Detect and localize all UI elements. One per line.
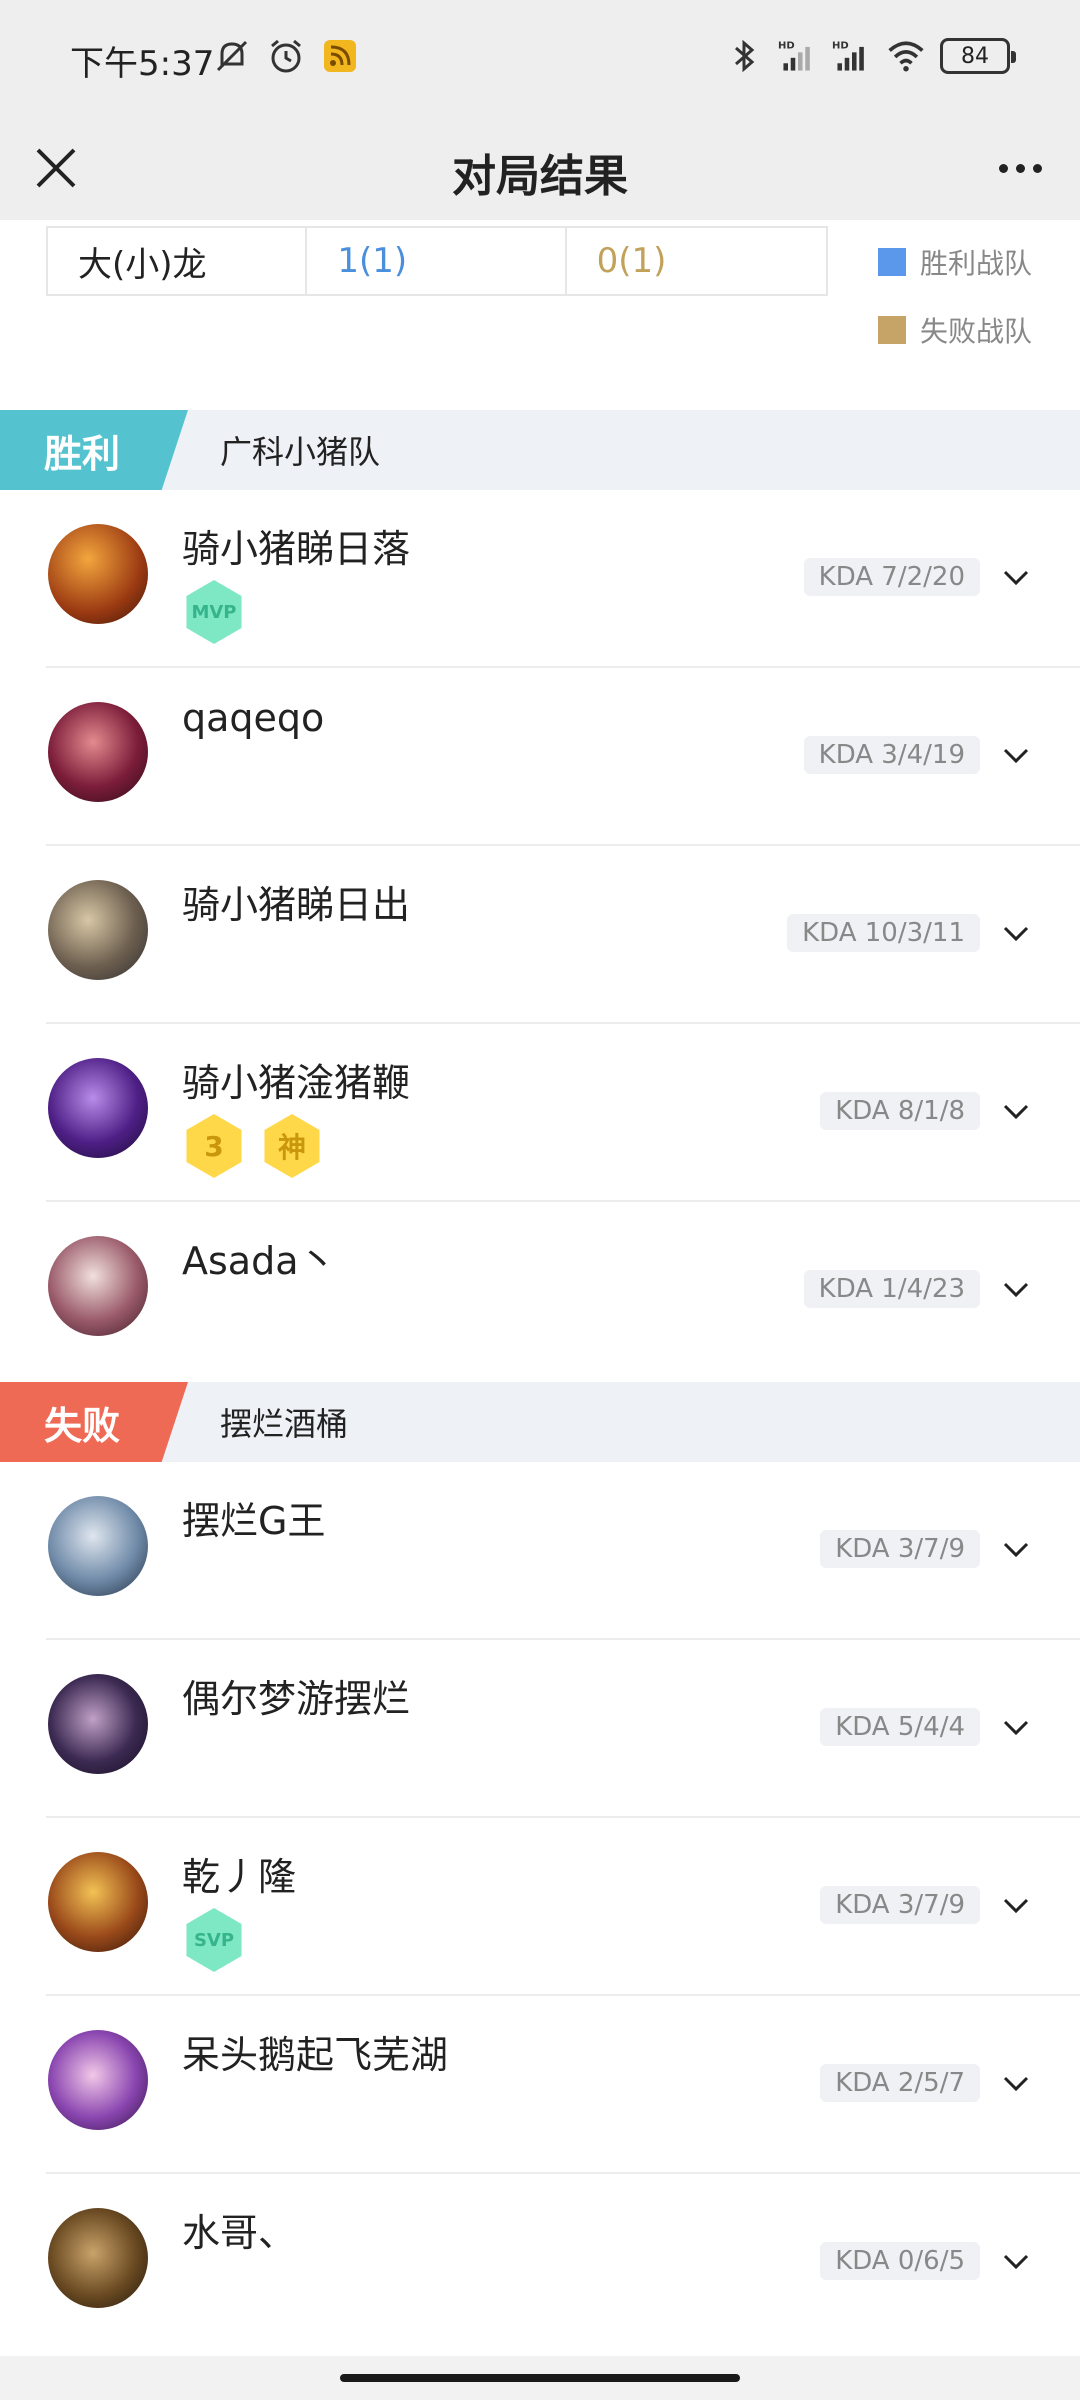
status-bar: 下午5:37 HD HD 84 (0, 0, 1080, 118)
champion-avatar (48, 1236, 148, 1336)
player-row[interactable]: 骑小猪淦猪鞭 3 神 KDA 8/1/8 (0, 1024, 1080, 1202)
chevron-down-icon[interactable] (998, 2066, 1034, 2102)
objective-lose-value: 0(1) (596, 241, 667, 281)
more-button[interactable] (988, 140, 1052, 196)
kda-label: KDA 2/5/7 (820, 2064, 980, 2102)
svp-badge: SVP (186, 1908, 242, 1972)
champion-avatar (48, 524, 148, 624)
player-name: 呆头鹅起飞芜湖 (182, 2033, 449, 2077)
signal-hd-icon: HD (832, 36, 872, 76)
team-name: 广科小猪队 (220, 433, 381, 471)
player-name: 水哥、 (182, 2211, 297, 2255)
legend-win-label: 胜利战队 (920, 247, 1033, 280)
chevron-down-icon[interactable] (998, 1094, 1034, 1130)
player-row[interactable]: 呆头鹅起飞芜湖 KDA 2/5/7 (0, 1996, 1080, 2174)
objective-name: 大(小)龙 (48, 228, 308, 294)
objective-table: 大(小)龙 1(1) 0(1) (46, 226, 828, 296)
champion-avatar (48, 2030, 148, 2130)
svg-text:HD: HD (832, 41, 849, 52)
wifi-icon (886, 36, 926, 76)
more-dot-icon (1015, 163, 1025, 173)
player-name: 骑小猪睇日落 (182, 527, 411, 571)
battery-level: 84 (961, 43, 989, 69)
player-name: 乾丿隆 (182, 1855, 297, 1899)
player-badges: SVP (182, 1908, 246, 1972)
legend-lose: 失败战队 (878, 310, 1048, 350)
player-row[interactable]: 骑小猪睇日出 KDA 10/3/11 (0, 846, 1080, 1024)
player-name: 摆烂G王 (182, 1499, 326, 1543)
kda-label: KDA 8/1/8 (820, 1092, 980, 1130)
kda-label: KDA 3/4/19 (803, 736, 980, 774)
bluetooth-icon (724, 36, 764, 76)
chevron-down-icon[interactable] (998, 738, 1034, 774)
triple-kill-badge: 3 (186, 1114, 242, 1178)
kda-label: KDA 5/4/4 (820, 1708, 980, 1746)
svg-text:HD: HD (778, 41, 795, 52)
legend-lose-swatch (878, 316, 906, 344)
team-name: 摆烂酒桶 (220, 1405, 349, 1443)
kda-label: KDA 7/2/20 (803, 558, 980, 596)
more-dot-icon (1032, 163, 1042, 173)
player-row[interactable]: 摆烂G王 KDA 3/7/9 (0, 1462, 1080, 1640)
player-name: qaqeqo (182, 696, 325, 740)
home-indicator[interactable] (340, 2374, 740, 2382)
signal-hd-icon: HD (778, 36, 818, 76)
alarm-icon (266, 36, 306, 76)
chevron-down-icon[interactable] (998, 1532, 1034, 1568)
champion-avatar (48, 702, 148, 802)
team-header-lose: 失败 摆烂酒桶 (0, 1382, 1080, 1462)
champion-avatar (48, 1058, 148, 1158)
champion-avatar (48, 1496, 148, 1596)
kda-label: KDA 10/3/11 (787, 914, 980, 952)
team-result-tag: 失败 (0, 1382, 188, 1462)
status-time: 下午5:37 (70, 44, 215, 84)
team-result-tag: 胜利 (0, 410, 188, 490)
legend-win-swatch (878, 248, 906, 276)
chevron-down-icon[interactable] (998, 1888, 1034, 1924)
rss-icon (320, 36, 360, 76)
player-row[interactable]: 乾丿隆 SVP KDA 3/7/9 (0, 1818, 1080, 1996)
champion-avatar (48, 1852, 148, 1952)
chevron-down-icon[interactable] (998, 1272, 1034, 1308)
legend-win: 胜利战队 (878, 242, 1048, 282)
chevron-down-icon[interactable] (998, 2244, 1034, 2280)
champion-avatar (48, 880, 148, 980)
player-name: 偶尔梦游摆烂 (182, 1677, 411, 1721)
more-dot-icon (998, 163, 1008, 173)
champion-avatar (48, 1674, 148, 1774)
battery-icon: 84 (940, 38, 1016, 74)
player-row[interactable]: 偶尔梦游摆烂 KDA 5/4/4 (0, 1640, 1080, 1818)
chevron-down-icon[interactable] (998, 560, 1034, 596)
chevron-down-icon[interactable] (998, 1710, 1034, 1746)
page-title: 对局结果 (452, 151, 628, 202)
player-badges: MVP (182, 580, 246, 644)
kda-label: KDA 3/7/9 (820, 1530, 980, 1568)
player-row[interactable]: 骑小猪睇日落 MVP KDA 7/2/20 (0, 490, 1080, 668)
kda-label: KDA 0/6/5 (820, 2242, 980, 2280)
team-header-win: 胜利 广科小猪队 (0, 410, 1080, 490)
player-row[interactable]: qaqeqo KDA 3/4/19 (0, 668, 1080, 846)
player-name: 骑小猪睇日出 (182, 883, 411, 927)
godlike-badge: 神 (264, 1114, 320, 1178)
mute-icon (212, 36, 252, 76)
player-row[interactable]: 水哥、 KDA 0/6/5 (0, 2174, 1080, 2352)
status-icons-right: HD HD 84 (724, 36, 1016, 76)
mvp-badge: MVP (186, 580, 242, 644)
player-name: Asada丶 (182, 1239, 337, 1283)
nav-bar: 对局结果 (0, 118, 1080, 220)
kda-label: KDA 3/7/9 (820, 1886, 980, 1924)
player-name: 骑小猪淦猪鞭 (182, 1061, 411, 1105)
champion-avatar (48, 2208, 148, 2308)
objective-win-value: 1(1) (307, 228, 567, 294)
legend-lose-label: 失败战队 (920, 315, 1033, 348)
chevron-down-icon[interactable] (998, 916, 1034, 952)
status-icons-left (212, 36, 360, 76)
player-badges: 3 神 (182, 1114, 324, 1178)
player-row[interactable]: Asada丶 KDA 1/4/23 (0, 1202, 1080, 1380)
kda-label: KDA 1/4/23 (803, 1270, 980, 1308)
